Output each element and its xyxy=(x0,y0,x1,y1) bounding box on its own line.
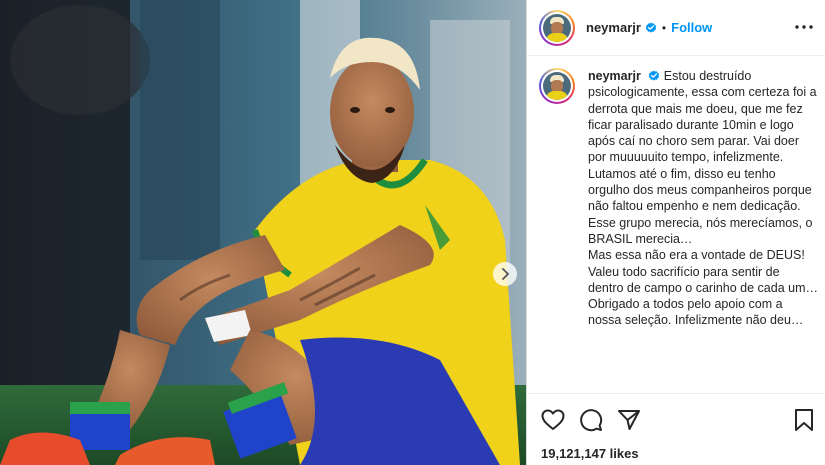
caption-line: Valeu todo sacrifício para sentir de den… xyxy=(588,264,818,295)
share-button[interactable] xyxy=(617,408,641,432)
player-photo xyxy=(0,0,526,465)
bookmark-icon xyxy=(795,409,813,431)
chevron-right-icon xyxy=(502,268,509,280)
caption-line: Esse grupo merecia, nós merecíamos, o BR… xyxy=(588,215,813,246)
like-button[interactable] xyxy=(541,408,565,432)
heart-icon xyxy=(541,409,565,430)
avatar-image xyxy=(543,13,571,42)
post-actions: 19,121,147 likes xyxy=(527,393,825,465)
caption-avatar[interactable] xyxy=(539,68,575,104)
post-photo[interactable] xyxy=(0,0,526,465)
comment-icon xyxy=(580,409,603,432)
verified-badge-icon xyxy=(645,22,657,34)
caption-line: Estou destruído psicologicamente, essa c… xyxy=(588,69,817,165)
caption-line: Lutamos até o fim, disso eu tenho orgulh… xyxy=(588,166,812,214)
save-button[interactable] xyxy=(792,408,816,432)
avatar[interactable] xyxy=(539,9,575,46)
post-side-panel: neymarjr • Follow neymarjr Estou destruí… xyxy=(526,0,825,465)
caption-text: neymarjr Estou destruído psicologicament… xyxy=(588,68,818,386)
caption-line: Mas essa não era a vontade de DEUS! xyxy=(588,248,805,263)
likes-count[interactable]: 19,121,147 likes xyxy=(541,446,639,461)
more-options-icon[interactable] xyxy=(794,17,814,37)
action-icons xyxy=(541,408,641,432)
caption-comment: neymarjr Estou destruído psicologicament… xyxy=(539,68,821,386)
header-username[interactable]: neymarjr xyxy=(586,20,641,35)
verified-badge-icon xyxy=(648,70,660,82)
comment-button[interactable] xyxy=(579,408,603,432)
follow-button[interactable]: Follow xyxy=(671,20,712,35)
send-icon xyxy=(618,410,640,430)
header-separator: • xyxy=(661,20,667,35)
next-image-button[interactable] xyxy=(493,262,517,286)
caption-line: Obrigado a todos pelo apoio com a nossa … xyxy=(588,297,804,328)
instagram-post: neymarjr • Follow neymarjr Estou destruí… xyxy=(0,0,825,465)
avatar-image xyxy=(543,72,571,100)
caption-username[interactable]: neymarjr xyxy=(588,69,641,83)
post-header: neymarjr • Follow xyxy=(527,0,825,56)
